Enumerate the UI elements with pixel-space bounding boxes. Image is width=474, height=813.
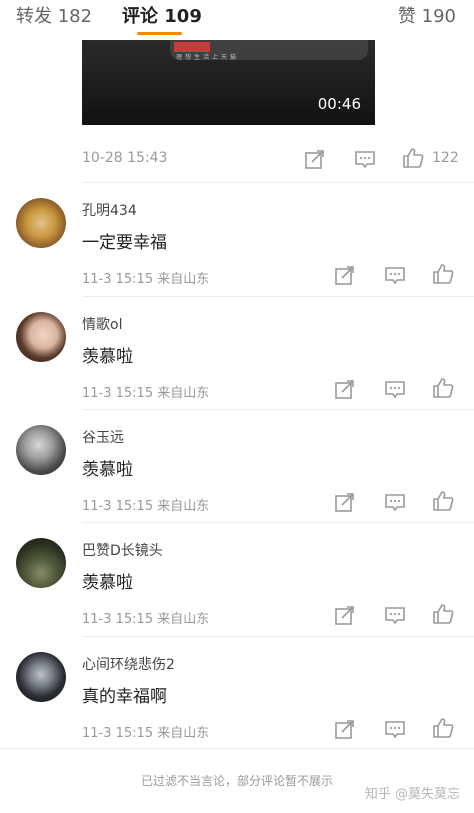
comment-meta: 11-3 15:15 来自山东 (82, 726, 210, 741)
tab-reposts[interactable]: 转发 182 (16, 2, 92, 28)
thumbs-up-icon[interactable] (432, 264, 454, 284)
comment-meta: 11-3 15:15 来自山东 (82, 272, 210, 287)
comment-icon[interactable] (354, 150, 376, 170)
share-icon[interactable] (334, 493, 356, 513)
tab-bar: 转发 182 评论 109 赞 190 (0, 0, 474, 40)
comment-text: 羡慕啦 (82, 460, 133, 480)
tab-likes[interactable]: 赞 190 (398, 2, 456, 28)
post-meta: 10-28 15:43 122 (82, 148, 462, 172)
comment-text: 羡慕啦 (82, 347, 133, 367)
divider (82, 296, 474, 297)
comment-username[interactable]: 巴赞D长镜头 (82, 540, 163, 560)
avatar[interactable] (16, 425, 66, 475)
video-banner: 理想生活上天猫 (170, 40, 368, 61)
comment-icon[interactable] (384, 606, 406, 626)
video-banner-subtitle: 理想生活上天猫 (176, 54, 240, 61)
share-icon[interactable] (334, 606, 356, 626)
comment-meta: 11-3 15:15 来自山东 (82, 386, 210, 401)
tab-comments-label: 评论 (122, 6, 158, 27)
tab-reposts-label: 转发 (16, 6, 52, 27)
divider (82, 409, 474, 410)
avatar[interactable] (16, 652, 66, 702)
avatar[interactable] (16, 312, 66, 362)
avatar[interactable] (16, 198, 66, 248)
tab-comments-count: 109 (164, 6, 202, 27)
active-tab-indicator (137, 32, 182, 35)
comment-icon[interactable] (384, 380, 406, 400)
thumbs-up-icon[interactable] (432, 718, 454, 738)
share-icon[interactable] (334, 380, 356, 400)
avatar[interactable] (16, 538, 66, 588)
video-banner-logo (174, 42, 210, 52)
comment-icon[interactable] (384, 720, 406, 740)
comment-username[interactable]: 心间环绕悲伤2 (82, 654, 175, 674)
thumbs-up-icon[interactable] (432, 491, 454, 511)
comment-item: 孔明434 一定要幸福 11-3 15:15 来自山东 (0, 198, 474, 311)
share-icon[interactable] (334, 720, 356, 740)
comment-text: 真的幸福啊 (82, 687, 167, 707)
post-like-count: 122 (432, 150, 459, 166)
share-icon[interactable] (334, 266, 356, 286)
post-time: 10-28 15:43 (82, 150, 168, 166)
comment-icon[interactable] (384, 266, 406, 286)
divider (82, 636, 474, 637)
divider (0, 748, 474, 749)
comment-meta: 11-3 15:15 来自山东 (82, 499, 210, 514)
video-duration: 00:46 (317, 95, 361, 113)
tab-reposts-count: 182 (57, 6, 93, 27)
divider (82, 522, 474, 523)
tab-comments[interactable]: 评论 109 (122, 2, 202, 28)
comment-username[interactable]: 孔明434 (82, 200, 137, 220)
share-icon[interactable] (304, 150, 326, 170)
comment-text: 羡慕啦 (82, 573, 133, 593)
thumbs-up-icon[interactable] (402, 148, 424, 168)
thumbs-up-icon[interactable] (432, 378, 454, 398)
tab-likes-label: 赞 (397, 6, 416, 27)
comment-text: 一定要幸福 (82, 233, 167, 253)
video-thumbnail[interactable]: 理想生活上天猫 00:46 (82, 40, 375, 125)
comment-username[interactable]: 谷玉远 (82, 427, 124, 447)
tab-likes-count: 190 (421, 6, 456, 27)
comment-icon[interactable] (384, 493, 406, 513)
comment-meta: 11-3 15:15 来自山东 (82, 612, 210, 627)
divider (82, 182, 474, 183)
watermark: 知乎 @莫失莫忘 (364, 787, 460, 802)
thumbs-up-icon[interactable] (432, 604, 454, 624)
comment-item: 巴赞D长镜头 羡慕啦 11-3 15:15 来自山东 (0, 538, 474, 651)
comment-username[interactable]: 情歌ol (82, 314, 122, 334)
